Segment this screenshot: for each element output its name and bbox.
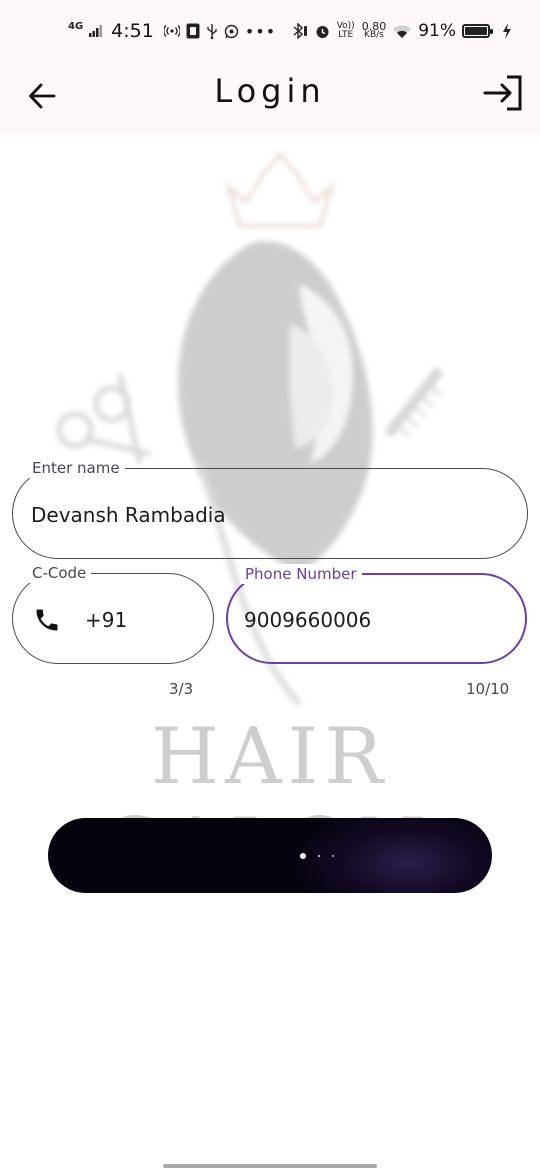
country-code-counter: 3/3 xyxy=(169,680,194,698)
more-notifications-icon: ••• xyxy=(244,21,277,41)
loading-dot xyxy=(318,855,320,857)
wifi-icon xyxy=(393,24,412,38)
name-input[interactable]: Devansh Rambadia xyxy=(31,503,226,527)
hotspot-icon xyxy=(163,25,180,37)
page-title: Login xyxy=(214,72,326,110)
phone-number-field[interactable]: Phone Number 9009660006 xyxy=(226,564,527,664)
usb-debug-icon xyxy=(186,23,200,39)
network-type: 4G xyxy=(68,20,84,32)
battery-percent: 91% xyxy=(418,21,456,41)
country-code-field[interactable]: C-Code +91 xyxy=(12,563,214,664)
status-bar: 4G 4:51 ••• Vo)) LTE 0.80 KB/s 91% xyxy=(0,0,540,62)
whatsapp-icon xyxy=(224,24,239,38)
login-button[interactable] xyxy=(480,70,526,116)
name-field[interactable]: Enter name Devansh Rambadia xyxy=(12,458,528,559)
clock: 4:51 xyxy=(111,20,154,42)
submit-button-loading[interactable] xyxy=(48,818,492,893)
app-bar: Login xyxy=(0,62,540,134)
loading-indicator xyxy=(300,853,334,859)
home-indicator[interactable] xyxy=(163,1164,377,1168)
country-code-label: C-Code xyxy=(27,563,92,583)
usb-icon xyxy=(207,24,217,39)
signal-icon xyxy=(89,25,103,37)
status-left: 4G 4:51 ••• xyxy=(68,18,276,44)
country-code-input[interactable]: +91 xyxy=(85,608,127,632)
alarm-icon xyxy=(316,25,329,38)
phone-number-label: Phone Number xyxy=(240,564,362,584)
login-icon xyxy=(483,75,522,111)
loading-dot xyxy=(332,855,334,857)
bluetooth-vibrate-icon xyxy=(293,23,307,39)
phone-number-input[interactable]: 9009660006 xyxy=(244,608,371,632)
phone-icon xyxy=(36,609,58,631)
battery-icon xyxy=(462,24,493,38)
volte-indicator: Vo)) LTE xyxy=(336,21,355,40)
network-speed: 0.80 KB/s xyxy=(361,20,387,40)
charging-icon xyxy=(503,23,511,39)
phone-number-counter: 10/10 xyxy=(466,680,510,698)
status-right: Vo)) LTE 0.80 KB/s 91% xyxy=(291,18,512,44)
loading-dot xyxy=(300,853,306,859)
name-field-label: Enter name xyxy=(27,458,125,478)
